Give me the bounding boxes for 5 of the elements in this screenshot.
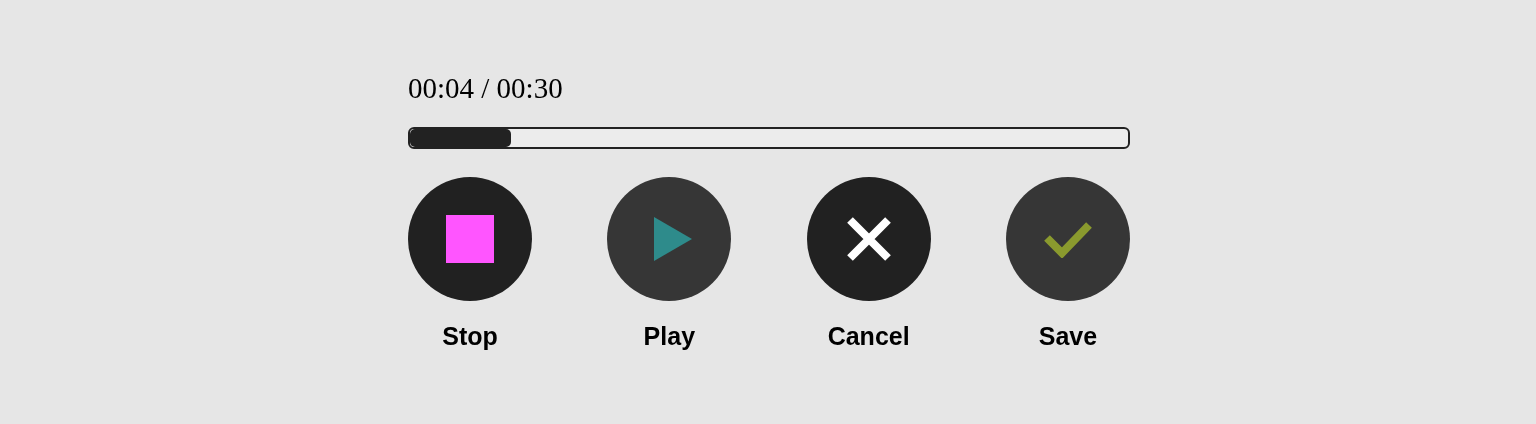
button-label: Cancel xyxy=(827,321,910,351)
button-label: Save xyxy=(1038,321,1098,351)
button-label: Stop xyxy=(442,321,498,351)
time-display: 00:04 / 00:30 xyxy=(408,71,564,106)
button-label: Play xyxy=(643,321,696,351)
